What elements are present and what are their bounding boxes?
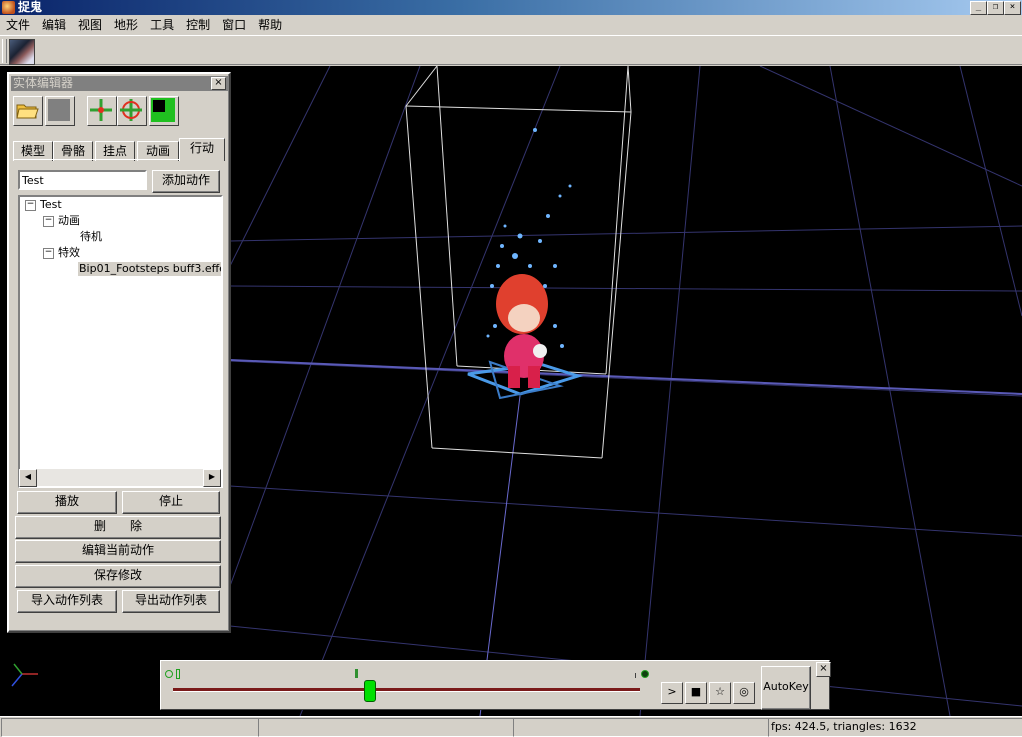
status-pane-3 bbox=[513, 718, 769, 737]
toolbar bbox=[0, 35, 1022, 65]
entity-editor-panel: 实体编辑器 × 模型 骨骼 挂点 动画 行动 Test 添加动作 − Test … bbox=[7, 72, 231, 633]
play-button[interactable]: 播放 bbox=[17, 491, 117, 514]
star-icon[interactable]: ☆ bbox=[709, 682, 731, 704]
add-action-button[interactable]: 添加动作 bbox=[152, 170, 220, 193]
title-bar: 捉鬼 _ ❐ × bbox=[0, 0, 1022, 15]
timeline-close-button[interactable]: × bbox=[816, 662, 831, 677]
entity-editor-title: 实体编辑器 bbox=[11, 76, 229, 91]
menu-edit[interactable]: 编辑 bbox=[36, 15, 72, 35]
timeline-panel: > ■ ☆ ◎ AutoKey × bbox=[160, 660, 831, 710]
entity-editor-tabs: 模型 骨骼 挂点 动画 行动 bbox=[13, 138, 225, 161]
menu-terrain[interactable]: 地形 bbox=[108, 15, 144, 35]
gray-swatch-icon bbox=[48, 99, 70, 121]
stop-icon[interactable]: ■ bbox=[685, 682, 707, 704]
axis-gizmo bbox=[11, 663, 38, 687]
tree-fx-item[interactable]: Bip01_Footsteps buff3.effect bbox=[78, 262, 221, 276]
export-action-list-button[interactable]: 导出动作列表 bbox=[122, 590, 220, 613]
stop-button[interactable]: 停止 bbox=[122, 491, 220, 514]
scroll-right-arrow-icon[interactable]: ▶ bbox=[203, 469, 221, 487]
bounding-box bbox=[405, 66, 632, 459]
tab-skeleton[interactable]: 骨骼 bbox=[53, 141, 93, 161]
timeline-slider-thumb[interactable] bbox=[364, 680, 377, 702]
status-pane-2 bbox=[258, 718, 514, 737]
entity-editor-close-button[interactable]: × bbox=[211, 77, 226, 90]
close-button[interactable]: × bbox=[1004, 1, 1021, 15]
toolbar-grip[interactable] bbox=[2, 39, 7, 63]
scene-thumbnail-button[interactable] bbox=[9, 39, 35, 65]
menu-file[interactable]: 文件 bbox=[0, 15, 36, 35]
move-axis-icon bbox=[90, 99, 112, 121]
action-name-input[interactable] bbox=[18, 170, 147, 190]
tree-collapse-toggle[interactable]: − bbox=[43, 216, 54, 227]
status-bar: fps: 424.5, triangles: 1632 bbox=[0, 716, 1022, 737]
scale-box-icon bbox=[151, 98, 175, 122]
play-icon[interactable]: > bbox=[661, 682, 683, 704]
target-icon[interactable]: ◎ bbox=[733, 682, 755, 704]
fps-readout: fps: 424.5, triangles: 1632 bbox=[768, 718, 1022, 737]
tree-anim-item[interactable]: 待机 bbox=[80, 230, 102, 244]
menu-view[interactable]: 视图 bbox=[72, 15, 108, 35]
menu-help[interactable]: 帮助 bbox=[252, 15, 288, 35]
move-tool-button[interactable] bbox=[87, 96, 117, 126]
menu-control[interactable]: 控制 bbox=[180, 15, 216, 35]
rotate-axis-icon bbox=[120, 99, 142, 121]
tree-horizontal-scrollbar[interactable]: ◀ ▶ bbox=[19, 469, 221, 487]
keyframe-marker-icon[interactable] bbox=[355, 669, 358, 678]
save-changes-button[interactable]: 保存修改 bbox=[15, 565, 221, 588]
menu-tools[interactable]: 工具 bbox=[144, 15, 180, 35]
open-folder-button[interactable] bbox=[13, 96, 43, 126]
minimize-button[interactable]: _ bbox=[970, 1, 987, 15]
import-action-list-button[interactable]: 导入动作列表 bbox=[17, 590, 117, 613]
tree-collapse-toggle[interactable]: − bbox=[25, 200, 36, 211]
edit-current-action-button[interactable]: 编辑当前动作 bbox=[15, 540, 221, 563]
status-pane-1 bbox=[1, 718, 259, 737]
tab-attach-points[interactable]: 挂点 bbox=[95, 141, 135, 161]
autokey-button[interactable]: AutoKey bbox=[761, 666, 811, 710]
start-key-icon bbox=[165, 670, 173, 678]
scale-tool-button[interactable] bbox=[149, 96, 179, 126]
menu-bar: 文件 编辑 视图 地形 工具 控制 窗口 帮助 bbox=[0, 15, 1022, 35]
scroll-left-arrow-icon[interactable]: ◀ bbox=[19, 469, 37, 487]
menu-window[interactable]: 窗口 bbox=[216, 15, 252, 35]
app-icon bbox=[2, 1, 15, 14]
timeline-track[interactable] bbox=[173, 688, 640, 692]
end-key-icon bbox=[641, 670, 649, 678]
tree-collapse-toggle[interactable]: − bbox=[43, 248, 54, 259]
tab-action[interactable]: 行动 bbox=[179, 138, 225, 161]
folder-icon bbox=[16, 104, 39, 119]
action-tree[interactable] bbox=[18, 195, 223, 488]
ground-grid bbox=[229, 66, 1022, 716]
start-marker-icon bbox=[176, 669, 180, 679]
rotate-tool-button[interactable] bbox=[117, 96, 147, 126]
tab-model[interactable]: 模型 bbox=[13, 141, 53, 161]
delete-button[interactable]: 删 除 bbox=[15, 516, 221, 539]
material-button[interactable] bbox=[45, 96, 75, 126]
end-tick-icon bbox=[635, 673, 636, 678]
character-model[interactable] bbox=[467, 274, 584, 400]
window-title: 捉鬼 bbox=[18, 0, 43, 14]
tab-animation[interactable]: 动画 bbox=[137, 141, 179, 161]
restore-button[interactable]: ❐ bbox=[987, 1, 1004, 15]
